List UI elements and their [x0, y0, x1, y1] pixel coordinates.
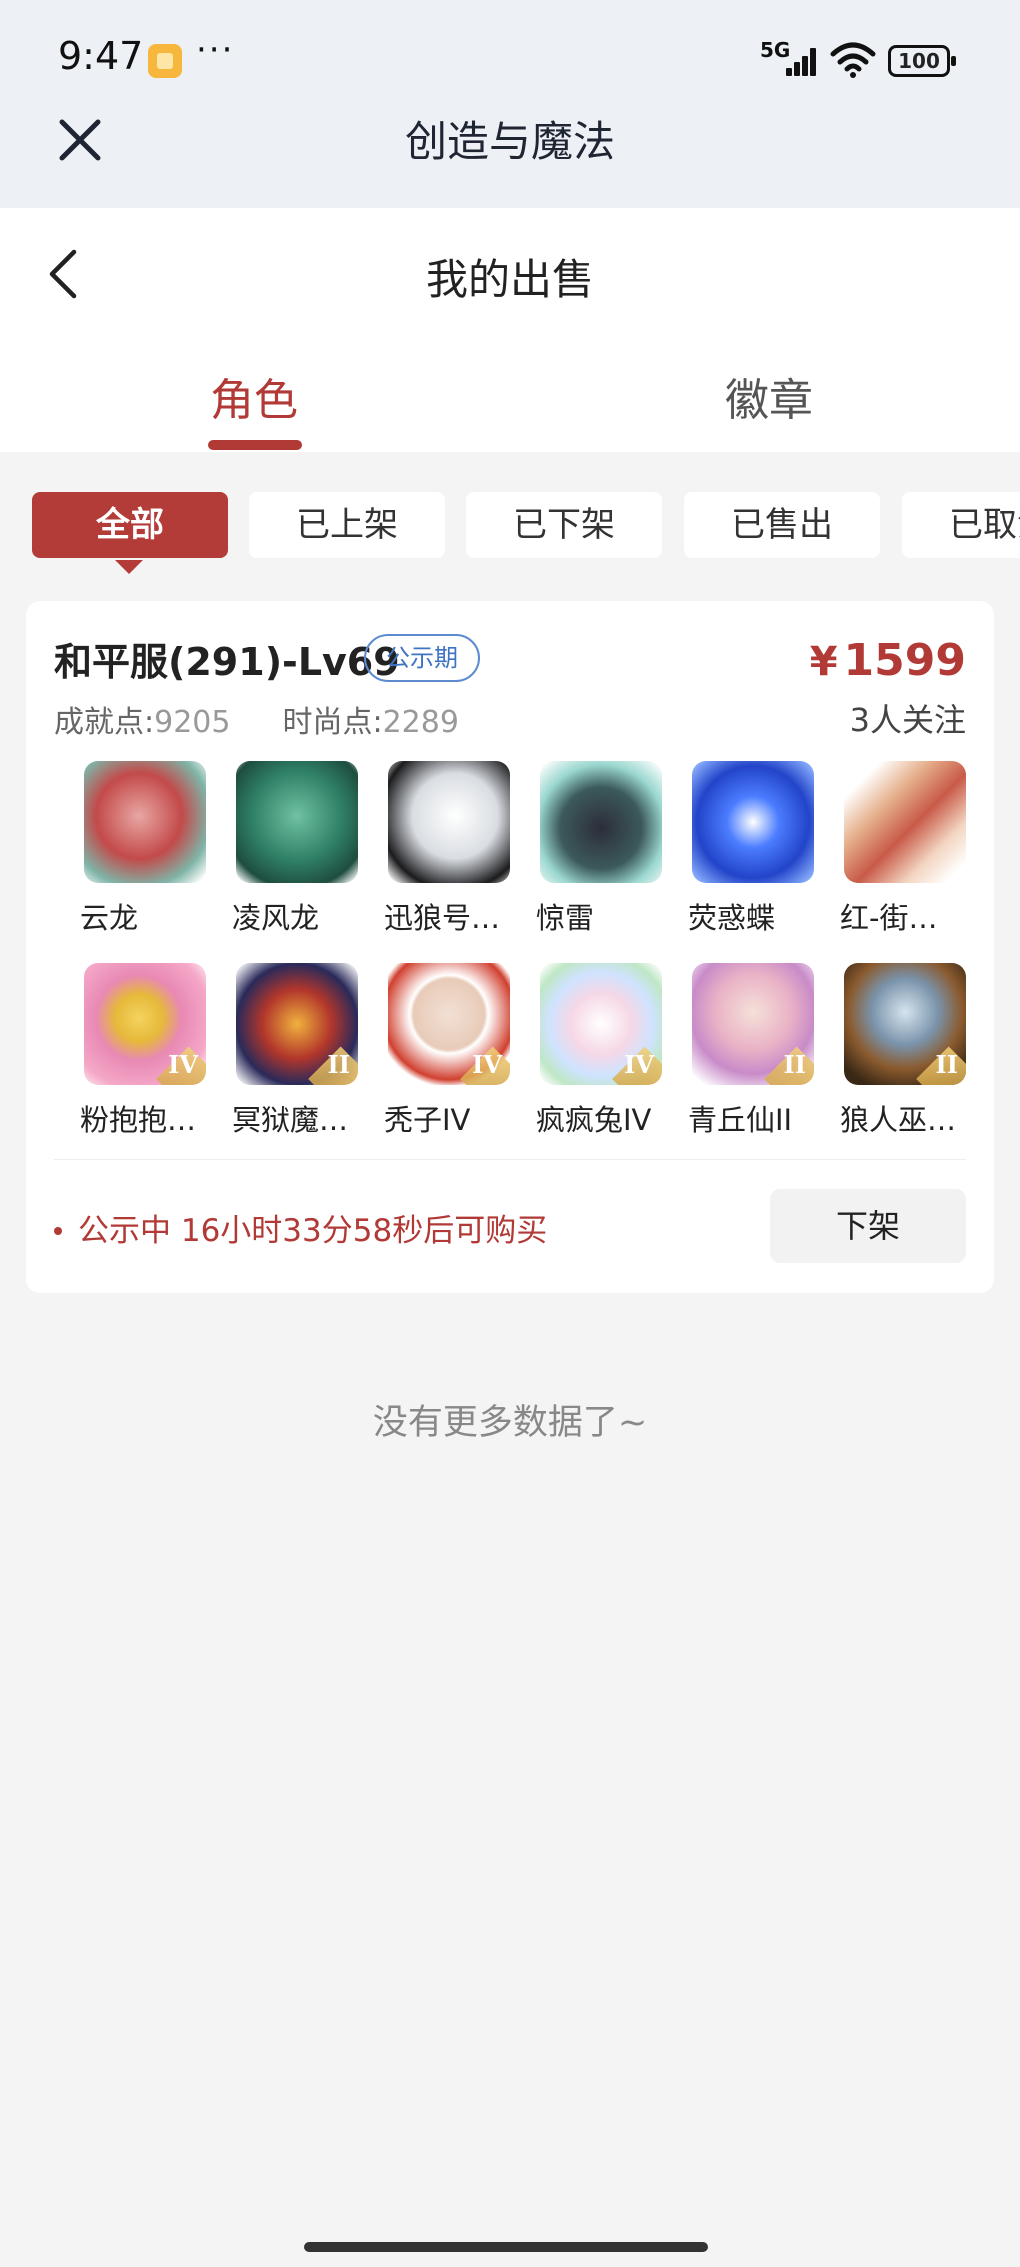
price: ¥1599 — [810, 635, 966, 686]
delist-button[interactable]: 下架 — [770, 1189, 966, 1263]
filter-listed[interactable]: 已上架 — [249, 492, 445, 558]
page-header: 我的出售 角色 徽章 — [0, 208, 1020, 452]
wifi-icon — [830, 42, 876, 78]
item-name: 惊雷 — [536, 901, 595, 935]
rank-label: II — [327, 1050, 350, 1079]
no-more-data: 没有更多数据了~ — [372, 1403, 648, 1443]
countdown-text: 公示中 16小时33分58秒后可购买 — [54, 1205, 547, 1250]
demon-dragon-icon: II — [236, 963, 358, 1085]
item-name: 红-街… — [840, 901, 938, 935]
mecha-wolf-icon — [388, 761, 510, 883]
rank-label: IV — [624, 1050, 654, 1079]
werewolf-icon: II — [844, 963, 966, 1085]
item-name: 青丘仙II — [688, 1103, 793, 1137]
signal-icon — [786, 46, 820, 76]
rank-label: IV — [472, 1050, 502, 1079]
server-level: 和平服(291)-Lv69 — [54, 640, 400, 684]
filter-all[interactable]: 全部 — [32, 492, 228, 558]
item-name: 云龙 — [80, 901, 139, 935]
status-badge: 公示期 — [364, 634, 480, 682]
rank-label: IV — [168, 1050, 198, 1079]
pink-bear-icon: IV — [84, 963, 206, 1085]
achievement-value: 9205 — [154, 705, 231, 740]
more-notifications-indicator: ··· — [196, 30, 235, 70]
bald-head-icon: IV — [388, 963, 510, 1085]
item-name: 秃子IV — [384, 1103, 471, 1137]
item-name: 凌风龙 — [232, 901, 320, 935]
item-name: 粉抱抱… — [80, 1103, 197, 1137]
filter-sold[interactable]: 已售出 — [684, 492, 880, 558]
active-filter-pointer — [115, 560, 143, 574]
price-value: 1599 — [843, 635, 966, 686]
home-indicator[interactable] — [304, 2242, 708, 2252]
yunlong-dragon-icon — [84, 761, 206, 883]
item-name: 疯疯兔IV — [536, 1103, 652, 1137]
lingfeng-dragon-icon — [236, 761, 358, 883]
countdown-label: 公示中 16小时33分58秒后可购买 — [78, 1213, 548, 1249]
tab-role[interactable]: 角色 — [210, 364, 298, 428]
item-name: 迅狼号… — [384, 901, 501, 935]
divider — [54, 1159, 966, 1160]
rank-label: II — [783, 1050, 806, 1079]
filter-cancelled[interactable]: 已取消 — [902, 492, 1020, 558]
achievement-label: 成就点: — [54, 705, 155, 740]
item-name: 狼人巫… — [840, 1103, 957, 1137]
fox-fairy-icon: II — [692, 963, 814, 1085]
app-bar: 创造与魔法 — [0, 100, 1020, 208]
butterfly-icon — [692, 761, 814, 883]
item-name: 冥狱魔… — [232, 1103, 349, 1137]
status-filter-bar: 全部 已上架 已下架 已售出 已取消 — [0, 492, 1020, 562]
bullet-dot — [54, 1226, 62, 1235]
role-stats: 成就点:9205 时尚点:2289 — [54, 697, 459, 741]
page-title: 我的出售 — [425, 255, 594, 304]
skateboard-icon — [844, 761, 966, 883]
jinglei-beast-icon — [540, 761, 662, 883]
fashion-label: 时尚点: — [282, 705, 383, 740]
active-tab-indicator — [208, 440, 302, 450]
tab-badge[interactable]: 徽章 — [725, 364, 813, 428]
item-name: 荧惑蝶 — [688, 901, 776, 935]
filter-delisted[interactable]: 已下架 — [466, 492, 662, 558]
crazy-rabbit-icon: IV — [540, 963, 662, 1085]
battery-indicator: 100 — [888, 45, 956, 77]
app-title: 创造与魔法 — [404, 117, 615, 166]
status-bar: 9:47 ··· 5G 100 — [0, 0, 1020, 100]
rank-label: II — [935, 1050, 958, 1079]
fashion-value: 2289 — [382, 705, 459, 740]
listing-card[interactable]: 和平服(291)-Lv69 公示期 ¥1599 成就点:9205 时尚点:2289… — [26, 601, 994, 1293]
follower-count: 3人关注 — [849, 701, 966, 739]
status-time: 9:47 — [58, 34, 144, 78]
currency-symbol: ¥ — [809, 639, 838, 685]
notification-icon — [148, 44, 182, 78]
